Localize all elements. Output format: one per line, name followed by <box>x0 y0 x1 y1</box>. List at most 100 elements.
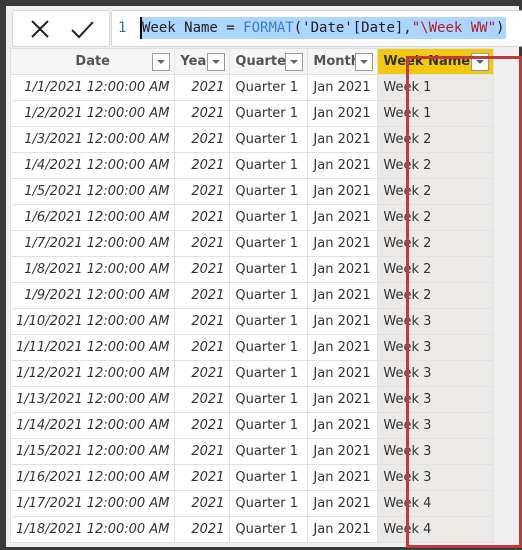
cell-date[interactable]: 1/2/2021 12:00:00 AM <box>9 100 176 127</box>
x-icon[interactable] <box>27 16 53 42</box>
cell-month[interactable]: Jan 2021 <box>307 256 379 283</box>
cell-week-name[interactable]: Week 3 <box>377 334 495 361</box>
cell-date[interactable]: 1/12/2021 12:00:00 AM <box>9 360 176 387</box>
cell-quarter[interactable]: Quarter 1 <box>229 204 309 231</box>
cell-date[interactable]: 1/15/2021 12:00:00 AM <box>9 438 176 465</box>
cell-year[interactable]: 2021 <box>174 308 231 335</box>
table-row[interactable]: 1/15/2021 12:00:00 AM 2021 Quarter 1 Jan 20… <box>9 438 495 465</box>
table-row[interactable]: 1/1/2021 12:00:00 AM 2021 Quarter 1 Jan 202… <box>9 74 495 101</box>
table-row[interactable]: 1/11/2021 12:00:00 AM 2021 Quarter 1 Jan 20… <box>9 334 495 361</box>
cell-year[interactable]: 2021 <box>174 126 231 153</box>
cell-month[interactable]: Jan 2021 <box>307 490 379 517</box>
cell-date[interactable]: 1/3/2021 12:00:00 AM <box>9 126 176 153</box>
cell-week-name[interactable]: Week 2 <box>377 256 495 283</box>
table-row[interactable]: 1/16/2021 12:00:00 AM 2021 Quarter 1 Jan 20… <box>9 464 495 491</box>
cell-month[interactable]: Jan 2021 <box>307 308 379 335</box>
cell-year[interactable]: 2021 <box>174 334 231 361</box>
cell-quarter[interactable]: Quarter 1 <box>229 178 309 205</box>
cell-date[interactable]: 1/18/2021 12:00:00 AM <box>9 516 176 543</box>
cell-date[interactable]: 1/1/2021 12:00:00 AM <box>9 74 176 101</box>
cell-quarter[interactable]: Quarter 1 <box>229 256 309 283</box>
cell-week-name[interactable]: Week 3 <box>377 438 495 465</box>
cell-month[interactable]: Jan 2021 <box>307 334 379 361</box>
cell-quarter[interactable]: Quarter 1 <box>229 152 309 179</box>
column-header-week-name[interactable]: Week Name <box>377 48 495 75</box>
cell-quarter[interactable]: Quarter 1 <box>229 100 309 127</box>
cell-date[interactable]: 1/11/2021 12:00:00 AM <box>9 334 176 361</box>
cell-week-name[interactable]: Week 3 <box>377 360 495 387</box>
cell-month[interactable]: Jan 2021 <box>307 412 379 439</box>
cell-month[interactable]: Jan 2021 <box>307 126 379 153</box>
cell-month[interactable]: Jan 2021 <box>307 282 379 309</box>
cell-week-name[interactable]: Week 2 <box>377 204 495 231</box>
cell-month[interactable]: Jan 2021 <box>307 464 379 491</box>
table-row[interactable]: 1/6/2021 12:00:00 AM 2021 Quarter 1 Jan 202… <box>9 204 495 231</box>
cell-year[interactable]: 2021 <box>174 490 231 517</box>
formula-text[interactable]: Week Name = FORMAT('Date'[Date],"\Week W… <box>140 17 507 39</box>
cell-month[interactable]: Jan 2021 <box>307 178 379 205</box>
cell-week-name[interactable]: Week 2 <box>377 126 495 153</box>
cell-year[interactable]: 2021 <box>174 516 231 543</box>
cell-year[interactable]: 2021 <box>174 256 231 283</box>
formula-bar[interactable]: 1 Week Name = FORMAT('Date'[Date],"\Week… <box>111 10 522 47</box>
cell-week-name[interactable]: Week 4 <box>377 516 495 543</box>
cell-quarter[interactable]: Quarter 1 <box>229 516 309 543</box>
cell-quarter[interactable]: Quarter 1 <box>229 360 309 387</box>
cell-quarter[interactable]: Quarter 1 <box>229 412 309 439</box>
cell-week-name[interactable]: Week 2 <box>377 178 495 205</box>
cell-quarter[interactable]: Quarter 1 <box>229 308 309 335</box>
cell-week-name[interactable]: Week 3 <box>377 386 495 413</box>
cell-quarter[interactable]: Quarter 1 <box>229 334 309 361</box>
table-row[interactable]: 1/17/2021 12:00:00 AM 2021 Quarter 1 Jan 20… <box>9 490 495 517</box>
cell-quarter[interactable]: Quarter 1 <box>229 230 309 257</box>
cell-month[interactable]: Jan 2021 <box>307 204 379 231</box>
cell-date[interactable]: 1/10/2021 12:00:00 AM <box>9 308 176 335</box>
cell-quarter[interactable]: Quarter 1 <box>229 464 309 491</box>
cell-quarter[interactable]: Quarter 1 <box>229 126 309 153</box>
cell-week-name[interactable]: Week 2 <box>377 230 495 257</box>
cell-year[interactable]: 2021 <box>174 464 231 491</box>
checkmark-icon[interactable] <box>69 16 95 42</box>
cell-quarter[interactable]: Quarter 1 <box>229 438 309 465</box>
cell-date[interactable]: 1/8/2021 12:00:00 AM <box>9 256 176 283</box>
cell-quarter[interactable]: Quarter 1 <box>229 386 309 413</box>
cell-month[interactable]: Jan 2021 <box>307 438 379 465</box>
cell-date[interactable]: 1/7/2021 12:00:00 AM <box>9 230 176 257</box>
cell-week-name[interactable]: Week 2 <box>377 282 495 309</box>
table-row[interactable]: 1/13/2021 12:00:00 AM 2021 Quarter 1 Jan 20… <box>9 386 495 413</box>
cell-week-name[interactable]: Week 3 <box>377 464 495 491</box>
cell-month[interactable]: Jan 2021 <box>307 74 379 101</box>
table-row[interactable]: 1/9/2021 12:00:00 AM 2021 Quarter 1 Jan 202… <box>9 282 495 309</box>
cell-year[interactable]: 2021 <box>174 360 231 387</box>
cell-date[interactable]: 1/13/2021 12:00:00 AM <box>9 386 176 413</box>
cell-date[interactable]: 1/5/2021 12:00:00 AM <box>9 178 176 205</box>
cell-quarter[interactable]: Quarter 1 <box>229 74 309 101</box>
column-header-date[interactable]: Date <box>9 48 176 75</box>
sort-ascending-icon[interactable] <box>152 53 171 71</box>
column-header-quarter[interactable]: Quarter <box>229 48 309 75</box>
cell-year[interactable]: 2021 <box>174 386 231 413</box>
cell-quarter[interactable]: Quarter 1 <box>229 282 309 309</box>
cell-week-name[interactable]: Week 4 <box>377 490 495 517</box>
cell-date[interactable]: 1/17/2021 12:00:00 AM <box>9 490 176 517</box>
cell-week-name[interactable]: Week 1 <box>377 100 495 127</box>
table-row[interactable]: 1/10/2021 12:00:00 AM 2021 Quarter 1 Jan 20… <box>9 308 495 335</box>
chevron-down-icon[interactable] <box>355 53 374 71</box>
cell-year[interactable]: 2021 <box>174 412 231 439</box>
column-header-year[interactable]: Year <box>174 48 231 75</box>
chevron-down-icon[interactable] <box>285 53 304 71</box>
cell-date[interactable]: 1/6/2021 12:00:00 AM <box>9 204 176 231</box>
cell-quarter[interactable]: Quarter 1 <box>229 490 309 517</box>
cell-year[interactable]: 2021 <box>174 100 231 127</box>
cell-date[interactable]: 1/4/2021 12:00:00 AM <box>9 152 176 179</box>
table-row[interactable]: 1/18/2021 12:00:00 AM 2021 Quarter 1 Jan 20… <box>9 516 495 543</box>
cell-year[interactable]: 2021 <box>174 230 231 257</box>
table-row[interactable]: 1/5/2021 12:00:00 AM 2021 Quarter 1 Jan 202… <box>9 178 495 205</box>
table-row[interactable]: 1/7/2021 12:00:00 AM 2021 Quarter 1 Jan 202… <box>9 230 495 257</box>
cell-year[interactable]: 2021 <box>174 152 231 179</box>
table-row[interactable]: 1/12/2021 12:00:00 AM 2021 Quarter 1 Jan 20… <box>9 360 495 387</box>
table-row[interactable]: 1/14/2021 12:00:00 AM 2021 Quarter 1 Jan 20… <box>9 412 495 439</box>
cell-month[interactable]: Jan 2021 <box>307 100 379 127</box>
cell-date[interactable]: 1/9/2021 12:00:00 AM <box>9 282 176 309</box>
cell-week-name[interactable]: Week 2 <box>377 152 495 179</box>
